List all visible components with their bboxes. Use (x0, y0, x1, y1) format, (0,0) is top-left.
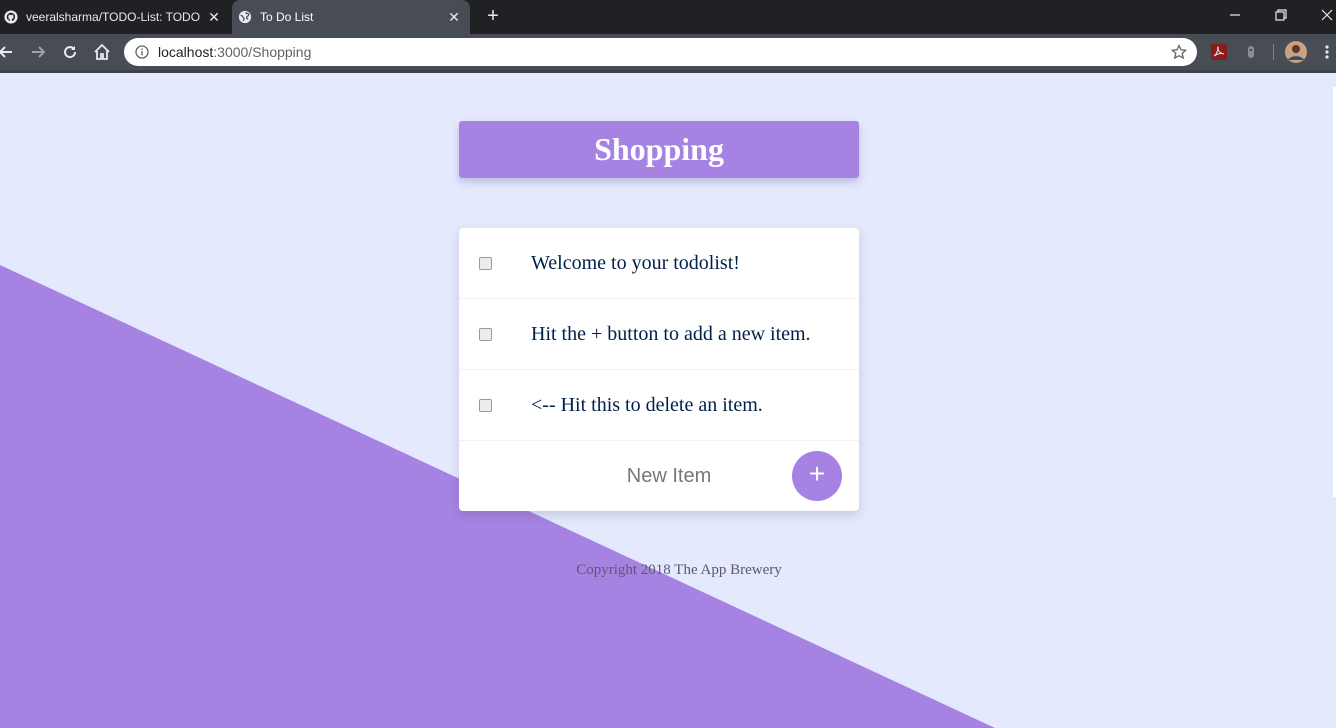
info-icon[interactable] (135, 45, 149, 59)
back-icon[interactable] (0, 40, 18, 64)
list-heading: Shopping (459, 121, 859, 178)
item-text: <-- Hit this to delete an item. (531, 393, 763, 416)
tab-todo[interactable]: To Do List ✕ (232, 0, 470, 34)
tab-bar: veeralsharma/TODO-List: TODO l ✕ To Do L… (0, 0, 1336, 34)
tab-github[interactable]: veeralsharma/TODO-List: TODO l ✕ (0, 0, 230, 34)
new-item-form: New Item + (459, 441, 859, 511)
address-url: localhost:3000/Shopping (158, 38, 311, 66)
address-host: localhost (158, 44, 214, 60)
address-bar[interactable]: localhost:3000/Shopping (124, 38, 1197, 66)
close-window-icon[interactable] (1312, 4, 1336, 26)
list-item: Welcome to your todolist! (459, 228, 859, 299)
tab-title: veeralsharma/TODO-List: TODO l (26, 10, 204, 24)
new-item-input[interactable]: New Item (554, 459, 784, 493)
menu-icon[interactable] (1320, 40, 1334, 64)
page-viewport: Shopping Welcome to your todolist! Hit t… (0, 73, 1336, 728)
list-item: <-- Hit this to delete an item. (459, 370, 859, 441)
item-text: Hit the + button to add a new item. (531, 322, 811, 345)
pdf-extension-icon[interactable] (1210, 43, 1228, 61)
restore-icon[interactable] (1266, 4, 1296, 26)
close-icon[interactable]: ✕ (444, 7, 464, 27)
forward-icon[interactable] (26, 40, 50, 64)
toolbar-separator (1273, 44, 1274, 60)
item-checkbox[interactable] (479, 399, 492, 412)
profile-avatar[interactable] (1285, 41, 1307, 63)
bookmark-star-icon[interactable] (1170, 43, 1188, 60)
github-icon (4, 10, 18, 24)
footer: Copyright 2018 The App Brewery (0, 561, 1336, 579)
item-checkbox[interactable] (479, 257, 492, 270)
close-icon[interactable]: ✕ (204, 7, 224, 27)
tab-title: To Do List (260, 10, 314, 24)
minimize-icon[interactable] (1220, 4, 1250, 26)
item-checkbox[interactable] (479, 328, 492, 341)
extension-icon[interactable] (1242, 43, 1260, 61)
list-item: Hit the + button to add a new item. (459, 299, 859, 370)
new-tab-button[interactable]: + (482, 6, 504, 28)
address-path: :3000/Shopping (213, 44, 312, 60)
copyright-text: Copyright 2018 The App Brewery (576, 562, 782, 578)
browser-toolbar: localhost:3000/Shopping (0, 34, 1336, 70)
globe-icon (238, 10, 252, 24)
todo-list: Welcome to your todolist! Hit the + butt… (459, 228, 859, 511)
add-item-button[interactable]: + (792, 451, 842, 501)
reload-icon[interactable] (58, 40, 82, 64)
item-text: Welcome to your todolist! (531, 251, 740, 274)
home-icon[interactable] (90, 40, 114, 64)
page-title: Shopping (594, 131, 724, 167)
